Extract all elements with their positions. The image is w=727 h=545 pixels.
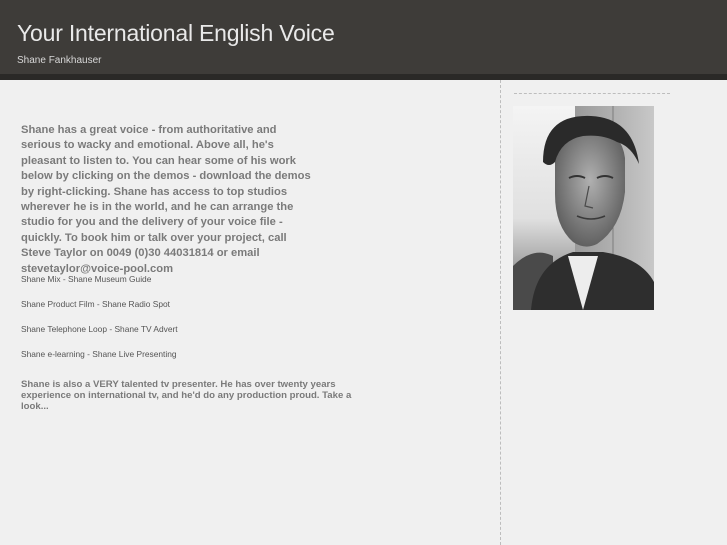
site-title: Your International English Voice (17, 20, 335, 46)
demo-separator: - (94, 299, 103, 309)
portrait-photo (513, 106, 654, 310)
demo-link-museum-guide[interactable]: Shane Museum Guide (68, 274, 151, 284)
demo-link-product-film[interactable]: Shane Product Film (21, 299, 95, 309)
column-divider (500, 80, 501, 545)
demo-link-telephone-loop[interactable]: Shane Telephone Loop (21, 324, 107, 334)
site-header: Your International English Voice Shane F… (0, 0, 727, 74)
demo-separator: - (60, 274, 69, 284)
demo-row: Shane Product Film - Shane Radio Spot (21, 299, 170, 309)
site-subtitle: Shane Fankhauser (17, 55, 102, 66)
sidebar-divider (514, 93, 670, 94)
header-divider (0, 74, 727, 80)
demo-row: Shane Telephone Loop - Shane TV Advert (21, 324, 178, 334)
demo-link-radio-spot[interactable]: Shane Radio Spot (102, 299, 170, 309)
demo-link-e-learning[interactable]: Shane e-learning (21, 349, 85, 359)
demo-link-tv-advert[interactable]: Shane TV Advert (114, 324, 177, 334)
demo-link-mix[interactable]: Shane Mix (21, 274, 61, 284)
demo-row: Shane Mix - Shane Museum Guide (21, 274, 151, 284)
demo-link-live-presenting[interactable]: Shane Live Presenting (92, 349, 176, 359)
demo-row: Shane e-learning - Shane Live Presenting (21, 349, 177, 359)
intro-paragraph: Shane has a great voice - from authorita… (21, 124, 311, 275)
outro-paragraph: Shane is also a VERY talented tv present… (21, 379, 352, 412)
